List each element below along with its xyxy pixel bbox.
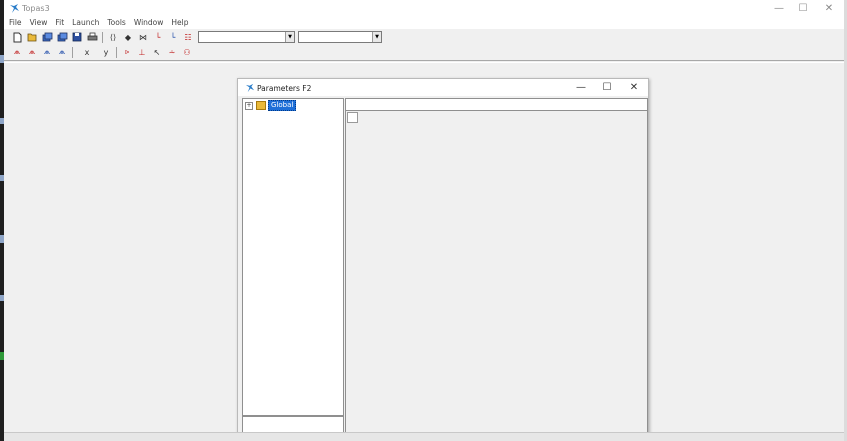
plot-grid-button[interactable]: ☷ [182, 31, 194, 43]
combo-box-2[interactable]: ▼ [298, 31, 382, 43]
parameter-tree[interactable]: + Global [242, 98, 344, 416]
app-logo-icon [245, 83, 255, 93]
menu-tools[interactable]: Tools [102, 17, 128, 29]
peak-blue-2-button[interactable]: ⩕ [56, 46, 68, 58]
axis-scale-icon: ⩪ [168, 47, 176, 57]
fit-width-button[interactable]: ⋈ [137, 31, 149, 43]
peak-blue-icon: ⩕ [43, 47, 51, 56]
toolbar-separator [72, 46, 73, 58]
minimize-button[interactable]: — [766, 0, 792, 17]
binoculars-button[interactable]: ⚇ [181, 46, 193, 58]
toolbar-separator [116, 46, 117, 58]
binoculars-icon: ⚇ [183, 47, 191, 57]
save-button[interactable] [71, 31, 83, 43]
print-button[interactable] [86, 31, 98, 43]
save-icon [72, 32, 82, 42]
y-button[interactable]: y [100, 46, 112, 58]
tree-expander[interactable]: + [245, 101, 253, 110]
open-folder-button[interactable] [26, 31, 38, 43]
toolbar-divider-highlight [4, 62, 847, 63]
open-multiple-button[interactable] [41, 31, 53, 43]
close-button[interactable]: ✕ [816, 0, 842, 17]
move-diamond-button[interactable]: ◆ [122, 31, 134, 43]
combo-box-1[interactable]: ▼ [198, 31, 295, 43]
pan-left-right-icon: ⟨⟩ [109, 32, 117, 42]
grid-corner-cell[interactable] [347, 112, 358, 123]
peak-blue-2-icon: ⩕ [58, 47, 66, 56]
folder-icon [256, 101, 266, 110]
chart-add-icon: ⪧ [124, 47, 130, 56]
app-logo-icon [10, 4, 19, 13]
open-multiple-icon-2 [57, 32, 67, 42]
status-bar [4, 432, 847, 441]
tree-node-label[interactable]: Global [268, 100, 297, 111]
cursor-tool-icon: ↖ [153, 47, 161, 57]
toolbar-separator [102, 31, 103, 43]
menu-bar: File View Fit Launch Tools Window Help [4, 17, 847, 29]
parameters-window: Parameters F2 — ☐ ✕ + Global [237, 78, 649, 441]
parameters-title: Parameters F2 [257, 84, 312, 93]
cursor-tool-button[interactable]: ↖ [151, 46, 163, 58]
new-file-icon [13, 32, 21, 42]
tree-node-global[interactable]: + Global [245, 100, 297, 111]
menu-view[interactable]: View [25, 17, 51, 29]
menu-launch[interactable]: Launch [67, 17, 102, 29]
chevron-down-icon[interactable]: ▼ [285, 32, 294, 42]
secondary-toolbar: ⩕ ⩕ ⩕ ⩕ x y ⪧ ⊥ ↖ ⩪ ⚇ [11, 45, 196, 59]
x-button[interactable]: x [81, 46, 93, 58]
open-multiple-icon [42, 32, 52, 42]
print-icon [87, 32, 97, 41]
open-folder-icon [27, 33, 36, 42]
child-close-button[interactable]: ✕ [621, 79, 647, 96]
open-multiple-button-2[interactable] [56, 31, 68, 43]
tick-marker-icon: ⊥ [138, 47, 146, 57]
menu-file[interactable]: File [4, 17, 25, 29]
peak-double-icon: ⩕ [28, 47, 36, 56]
chart-add-button[interactable]: ⪧ [121, 46, 133, 58]
plot-peak-button[interactable]: └ [152, 31, 164, 43]
move-diamond-icon: ◆ [124, 32, 132, 42]
main-toolbar: ⟨⟩ ◆ ⋈ └ └ ☷ ▼ ▼ [11, 30, 382, 44]
new-file-button[interactable] [11, 31, 23, 43]
chevron-down-icon[interactable]: ▼ [372, 32, 381, 42]
plot-axis-icon: └ [170, 32, 176, 42]
menu-window[interactable]: Window [129, 17, 167, 29]
maximize-button[interactable]: ☐ [790, 0, 816, 17]
pan-left-right-button[interactable]: ⟨⟩ [107, 31, 119, 43]
menu-help[interactable]: Help [166, 17, 191, 29]
app-window: Topas3 — ☐ ✕ File View Fit Launch Tools … [4, 0, 847, 441]
peak-red-button[interactable]: ⩕ [11, 46, 23, 58]
app-title: Topas3 [22, 4, 50, 13]
x-button-label: x [84, 47, 90, 57]
child-minimize-button[interactable]: — [568, 79, 594, 96]
toolbar-divider [4, 60, 847, 61]
parameter-grid[interactable] [345, 98, 648, 441]
app-titlebar: Topas3 — ☐ ✕ [4, 0, 847, 17]
y-button-label: y [103, 47, 109, 57]
fit-width-icon: ⋈ [139, 32, 147, 42]
plot-axis-button[interactable]: └ [167, 31, 179, 43]
peak-red-icon: ⩕ [13, 47, 21, 56]
axis-scale-button[interactable]: ⩪ [166, 46, 178, 58]
peak-blue-button[interactable]: ⩕ [41, 46, 53, 58]
child-maximize-button[interactable]: ☐ [594, 79, 620, 96]
peak-double-button[interactable]: ⩕ [26, 46, 38, 58]
plot-peak-icon: └ [155, 32, 161, 42]
parameters-titlebar: Parameters F2 — ☐ ✕ [238, 79, 648, 96]
tick-marker-button[interactable]: ⊥ [136, 46, 148, 58]
menu-fit[interactable]: Fit [50, 17, 67, 29]
plot-grid-icon: ☷ [184, 32, 192, 42]
grid-header [346, 99, 647, 111]
